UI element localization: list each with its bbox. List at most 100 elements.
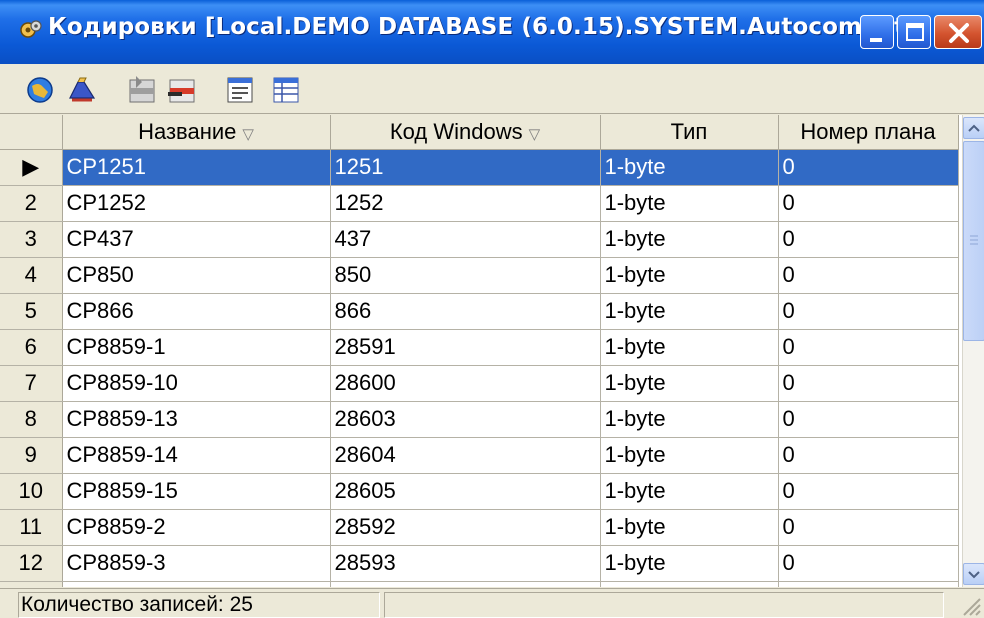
cell-windows-code[interactable]: 28604 xyxy=(330,437,601,474)
table-row[interactable]: 2 CP1252 1252 1-byte 0 xyxy=(0,185,959,222)
table-row[interactable]: 10 CP8859-15 28605 1-byte 0 xyxy=(0,473,959,510)
table-row[interactable]: 13CP8859-4285941-byte0 xyxy=(0,581,959,587)
cell-plan-number[interactable]: 0 xyxy=(778,437,959,474)
vertical-scrollbar[interactable] xyxy=(962,115,984,587)
scroll-up-button[interactable] xyxy=(963,117,984,139)
cell-windows-code[interactable]: 1252 xyxy=(330,185,601,222)
close-button[interactable] xyxy=(934,15,982,49)
cell-plan-number[interactable]: 0 xyxy=(778,329,959,366)
table-row[interactable]: ▶ CP1251 1251 1-byte 0 xyxy=(0,149,959,186)
row-indicator[interactable]: 12 xyxy=(0,545,63,582)
cell-windows-code[interactable]: 866 xyxy=(330,293,601,330)
app-icon[interactable] xyxy=(18,18,44,44)
cell-windows-code[interactable]: 28591 xyxy=(330,329,601,366)
table-row[interactable]: 8 CP8859-13 28603 1-byte 0 xyxy=(0,401,959,438)
cell-windows-code[interactable]: 28603 xyxy=(330,401,601,438)
row-indicator[interactable]: 9 xyxy=(0,437,63,474)
cell-windows-code[interactable]: 28600 xyxy=(330,365,601,402)
cell-name[interactable]: CP8859-2 xyxy=(62,509,331,546)
cell-plan-number[interactable]: 0 xyxy=(778,581,959,587)
row-indicator[interactable]: ▶ xyxy=(0,149,63,186)
table-row[interactable]: 4 CP850 850 1-byte 0 xyxy=(0,257,959,294)
cell-plan-number[interactable]: 0 xyxy=(778,257,959,294)
encodings-grid[interactable]: Название ▽ Код Windows ▽ Тип Номер плана ▶… xyxy=(0,115,962,587)
table-row[interactable]: 6 CP8859-1 28591 1-byte 0 xyxy=(0,329,959,366)
delete-record-button[interactable] xyxy=(164,72,200,108)
cell-name[interactable]: CP8859-13 xyxy=(62,401,331,438)
cell-windows-code[interactable]: 850 xyxy=(330,257,601,294)
maximize-button[interactable] xyxy=(897,15,931,49)
add-record-button[interactable] xyxy=(124,72,160,108)
column-header-name[interactable]: Название ▽ xyxy=(62,115,331,150)
scroll-down-button[interactable] xyxy=(963,563,984,585)
cell-plan-number[interactable]: 0 xyxy=(778,293,959,330)
cell-plan-number[interactable]: 0 xyxy=(778,149,959,186)
cell-name[interactable]: CP437 xyxy=(62,221,331,258)
cell-type[interactable]: 1-byte xyxy=(600,401,779,438)
cell-name[interactable]: CP1251 xyxy=(62,149,331,186)
minimize-button[interactable] xyxy=(860,15,894,49)
cell-plan-number[interactable]: 0 xyxy=(778,473,959,510)
refresh-button[interactable] xyxy=(22,72,58,108)
scroll-thumb[interactable] xyxy=(963,141,984,341)
cell-name[interactable]: CP850 xyxy=(62,257,331,294)
cell-name[interactable]: CP1252 xyxy=(62,185,331,222)
table-row[interactable]: 9 CP8859-14 28604 1-byte 0 xyxy=(0,437,959,474)
title-bar[interactable]: Кодировки [Local.DEMO DATABASE (6.0.15).… xyxy=(0,0,984,64)
cell-plan-number[interactable]: 0 xyxy=(778,545,959,582)
cell-type[interactable]: 1-byte xyxy=(600,149,779,186)
column-header-plan-number[interactable]: Номер плана xyxy=(778,115,959,150)
cell-plan-number[interactable]: 0 xyxy=(778,365,959,402)
filter-button[interactable] xyxy=(64,72,100,108)
row-indicator[interactable]: 5 xyxy=(0,293,63,330)
row-indicator[interactable]: 2 xyxy=(0,185,63,222)
cell-type[interactable]: 1-byte xyxy=(600,581,779,587)
table-row[interactable]: 7 CP8859-10 28600 1-byte 0 xyxy=(0,365,959,402)
cell-name[interactable]: CP8859-15 xyxy=(62,473,331,510)
row-indicator[interactable]: 4 xyxy=(0,257,63,294)
row-indicator[interactable]: 10 xyxy=(0,473,63,510)
table-row[interactable]: 11 CP8859-2 28592 1-byte 0 xyxy=(0,509,959,546)
cell-type[interactable]: 1-byte xyxy=(600,257,779,294)
cell-name[interactable]: CP8859-10 xyxy=(62,365,331,402)
column-header-type[interactable]: Тип xyxy=(600,115,779,150)
cell-type[interactable]: 1-byte xyxy=(600,509,779,546)
row-indicator[interactable]: 3 xyxy=(0,221,63,258)
cell-windows-code[interactable]: 1251 xyxy=(330,149,601,186)
cell-name[interactable]: CP8859-4 xyxy=(62,581,331,587)
cell-type[interactable]: 1-byte xyxy=(600,365,779,402)
cell-type[interactable]: 1-byte xyxy=(600,293,779,330)
cell-windows-code[interactable]: 28593 xyxy=(330,545,601,582)
cell-name[interactable]: CP8859-1 xyxy=(62,329,331,366)
cell-name[interactable]: CP8859-3 xyxy=(62,545,331,582)
row-indicator[interactable]: 6 xyxy=(0,329,63,366)
column-header-windows-code[interactable]: Код Windows ▽ xyxy=(330,115,601,150)
row-indicator[interactable]: 11 xyxy=(0,509,63,546)
row-indicator[interactable]: 13 xyxy=(0,581,63,587)
cell-windows-code[interactable]: 28605 xyxy=(330,473,601,510)
row-indicator[interactable]: 8 xyxy=(0,401,63,438)
cell-windows-code[interactable]: 28592 xyxy=(330,509,601,546)
table-row[interactable]: 5 CP866 866 1-byte 0 xyxy=(0,293,959,330)
cell-type[interactable]: 1-byte xyxy=(600,545,779,582)
grid-view-button[interactable] xyxy=(268,72,304,108)
cell-type[interactable]: 1-byte xyxy=(600,185,779,222)
cell-name[interactable]: CP8859-14 xyxy=(62,437,331,474)
maximize-icon xyxy=(906,23,924,41)
cell-type[interactable]: 1-byte xyxy=(600,329,779,366)
cell-plan-number[interactable]: 0 xyxy=(778,185,959,222)
properties-button[interactable] xyxy=(222,72,258,108)
resize-grip-icon[interactable] xyxy=(958,593,982,617)
cell-name[interactable]: CP866 xyxy=(62,293,331,330)
cell-type[interactable]: 1-byte xyxy=(600,437,779,474)
cell-windows-code[interactable]: 437 xyxy=(330,221,601,258)
table-row[interactable]: 3 CP437 437 1-byte 0 xyxy=(0,221,959,258)
cell-windows-code[interactable]: 28594 xyxy=(330,581,601,587)
cell-plan-number[interactable]: 0 xyxy=(778,509,959,546)
table-row[interactable]: 12 CP8859-3 28593 1-byte 0 xyxy=(0,545,959,582)
cell-type[interactable]: 1-byte xyxy=(600,473,779,510)
cell-plan-number[interactable]: 0 xyxy=(778,221,959,258)
cell-plan-number[interactable]: 0 xyxy=(778,401,959,438)
cell-type[interactable]: 1-byte xyxy=(600,221,779,258)
row-indicator[interactable]: 7 xyxy=(0,365,63,402)
